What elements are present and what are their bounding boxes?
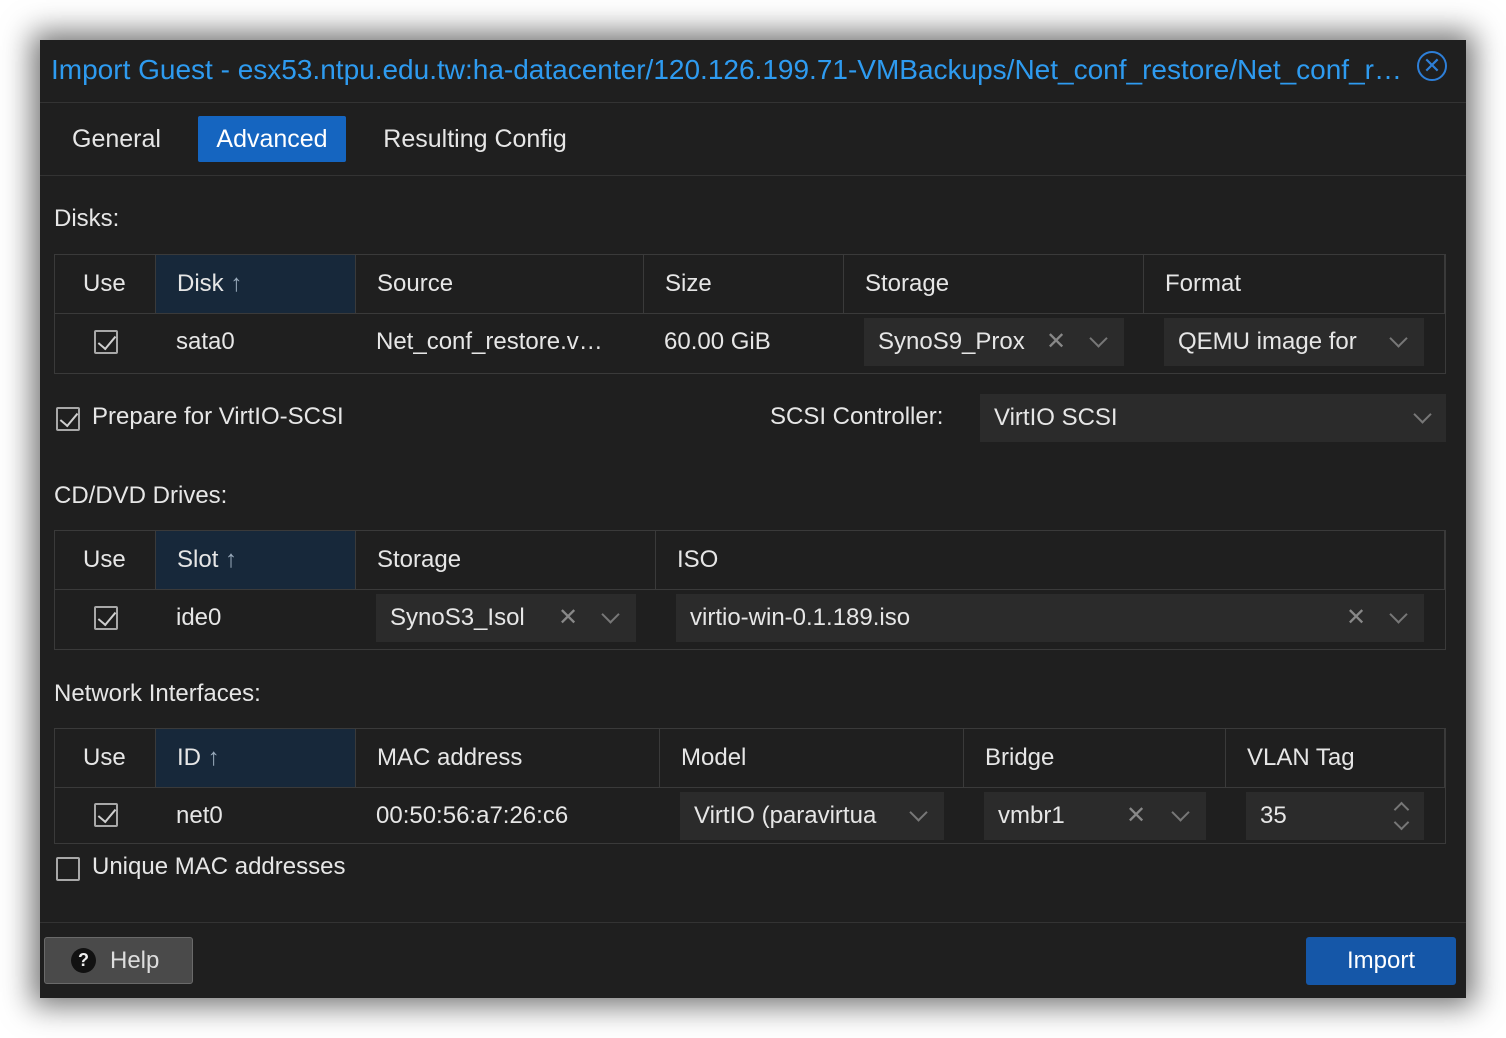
- prepare-virtio-checkbox[interactable]: [56, 407, 80, 431]
- source-cell: Net_conf_restore.v…: [376, 328, 603, 355]
- chevron-down-icon[interactable]: [1171, 803, 1190, 822]
- model-select[interactable]: VirtIO (paravirtua: [680, 792, 944, 840]
- tab-resulting-config[interactable]: Resulting Config: [368, 116, 582, 162]
- import-guest-dialog: Import Guest - esx53.ntpu.edu.tw:ha-data…: [40, 40, 1466, 998]
- use-checkbox[interactable]: [94, 606, 118, 630]
- spinner-down-icon[interactable]: [1393, 814, 1410, 831]
- chevron-down-icon[interactable]: [601, 605, 620, 624]
- unique-mac-checkbox[interactable]: [56, 857, 80, 881]
- slot-cell: ide0: [176, 604, 222, 631]
- arrow-up-icon: ↑: [225, 546, 238, 573]
- network-grid: Use ID ↑ MAC address Model Bridge VLAN T…: [54, 728, 1446, 844]
- column-header-storage[interactable]: Storage: [356, 531, 656, 589]
- use-checkbox[interactable]: [94, 803, 118, 827]
- arrow-up-icon: ↑: [207, 744, 220, 771]
- column-header-mac[interactable]: MAC address: [356, 729, 660, 787]
- network-label: Network Interfaces:: [54, 680, 261, 707]
- import-button[interactable]: Import: [1306, 937, 1456, 985]
- column-header-iso[interactable]: ISO: [656, 531, 1445, 589]
- chevron-down-icon[interactable]: [909, 803, 928, 822]
- help-button[interactable]: ? Help: [44, 937, 193, 984]
- cdrom-grid: Use Slot ↑ Storage ISO ide0 SynoS3_Isol …: [54, 530, 1446, 650]
- cdrom-storage-select[interactable]: SynoS3_Isol ✕: [376, 594, 636, 642]
- tab-advanced[interactable]: Advanced: [198, 116, 346, 162]
- column-header-model[interactable]: Model: [660, 729, 964, 787]
- bridge-select[interactable]: vmbr1 ✕: [984, 792, 1206, 840]
- column-header-disk[interactable]: Disk ↑: [156, 255, 356, 313]
- clear-icon[interactable]: ✕: [1346, 594, 1366, 642]
- prepare-virtio-label: Prepare for VirtIO-SCSI: [92, 403, 344, 430]
- help-label: Help: [110, 947, 160, 974]
- dialog-title: Import Guest - esx53.ntpu.edu.tw:ha-data…: [51, 54, 1406, 85]
- help-icon: ?: [71, 948, 96, 973]
- format-select[interactable]: QEMU image for: [1164, 318, 1424, 366]
- tab-bar: General Advanced Resulting Config: [40, 103, 1466, 176]
- table-row[interactable]: sata0 Net_conf_restore.v… 60.00 GiB Syno…: [55, 313, 1445, 371]
- column-header-bridge[interactable]: Bridge: [964, 729, 1226, 787]
- title-bar: Import Guest - esx53.ntpu.edu.tw:ha-data…: [40, 40, 1466, 103]
- column-header-storage[interactable]: Storage: [844, 255, 1144, 313]
- column-header-use[interactable]: Use: [55, 729, 156, 787]
- disks-grid: Use Disk ↑ Source Size Storage Format sa…: [54, 254, 1446, 374]
- clear-icon[interactable]: ✕: [1126, 792, 1146, 840]
- tab-general[interactable]: General: [58, 116, 175, 162]
- chevron-down-icon[interactable]: [1389, 329, 1408, 348]
- column-header-use[interactable]: Use: [55, 255, 156, 313]
- mac-cell: 00:50:56:a7:26:c6: [376, 802, 569, 829]
- column-header-size[interactable]: Size: [644, 255, 844, 313]
- scsi-controller-select[interactable]: VirtIO SCSI: [980, 394, 1446, 442]
- column-header-format[interactable]: Format: [1144, 255, 1445, 313]
- disks-label: Disks:: [54, 205, 120, 232]
- table-row[interactable]: ide0 SynoS3_Isol ✕ virtio-win-0.1.189.is…: [55, 589, 1445, 647]
- column-header-id[interactable]: ID ↑: [156, 729, 356, 787]
- clear-icon[interactable]: ✕: [558, 594, 578, 642]
- chevron-down-icon[interactable]: [1389, 605, 1408, 624]
- chevron-down-icon[interactable]: [1413, 405, 1432, 424]
- scsi-controller-label: SCSI Controller:: [770, 403, 944, 430]
- vlan-tag-input[interactable]: 35: [1246, 792, 1424, 840]
- arrow-up-icon: ↑: [230, 270, 243, 297]
- dialog-footer: ? Help Import: [40, 922, 1466, 998]
- disk-cell: sata0: [176, 328, 235, 355]
- size-cell: 60.00 GiB: [664, 328, 771, 355]
- use-checkbox[interactable]: [94, 330, 118, 354]
- column-header-use[interactable]: Use: [55, 531, 156, 589]
- column-header-vlan[interactable]: VLAN Tag: [1226, 729, 1445, 787]
- storage-select[interactable]: SynoS9_Prox ✕: [864, 318, 1124, 366]
- table-row[interactable]: net0 00:50:56:a7:26:c6 VirtIO (paravirtu…: [55, 787, 1445, 843]
- chevron-down-icon[interactable]: [1089, 329, 1108, 348]
- iso-select[interactable]: virtio-win-0.1.189.iso ✕: [676, 594, 1424, 642]
- column-header-slot[interactable]: Slot ↑: [156, 531, 356, 589]
- column-header-source[interactable]: Source: [356, 255, 644, 313]
- id-cell: net0: [176, 802, 223, 829]
- cdrom-label: CD/DVD Drives:: [54, 482, 228, 509]
- close-icon[interactable]: ✕: [1417, 51, 1447, 81]
- unique-mac-label: Unique MAC addresses: [92, 853, 346, 880]
- clear-icon[interactable]: ✕: [1046, 318, 1066, 366]
